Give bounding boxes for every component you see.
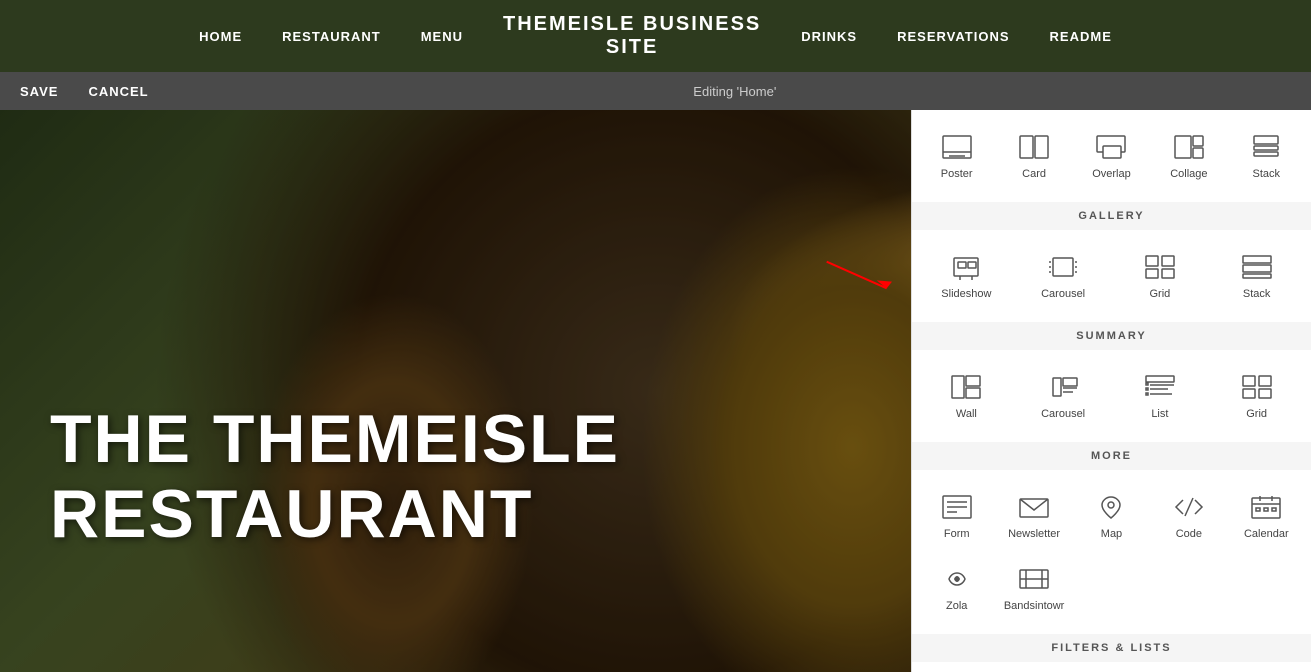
- bandsintown-icon: [1016, 564, 1052, 594]
- form-icon: [939, 492, 975, 522]
- newsletter-label: Newsletter: [1008, 528, 1060, 540]
- grid-summary-icon: [1239, 372, 1275, 402]
- cancel-button[interactable]: CANCEL: [88, 84, 148, 99]
- carousel-gallery-label: Carousel: [1041, 288, 1085, 300]
- list-icon: [1142, 372, 1178, 402]
- zola-option[interactable]: Zola: [920, 554, 993, 622]
- bandsintown-option[interactable]: Bandsintowr: [997, 554, 1070, 622]
- editing-status: Editing 'Home': [179, 84, 1291, 99]
- wall-icon: [948, 372, 984, 402]
- stack-display-label: Stack: [1253, 168, 1281, 180]
- carousel-gallery-icon: [1045, 252, 1081, 282]
- filters-section-label: FILTERS & LISTS: [912, 634, 1311, 662]
- stack-icon: [1248, 132, 1284, 162]
- list-option[interactable]: List: [1114, 362, 1207, 430]
- calendar-icon: [1248, 492, 1284, 522]
- grid-gallery-icon: [1142, 252, 1178, 282]
- stack-option[interactable]: Stack: [1230, 122, 1303, 190]
- nav-reservations[interactable]: RESERVATIONS: [897, 29, 1009, 44]
- list-label: List: [1151, 408, 1168, 420]
- map-label: Map: [1101, 528, 1122, 540]
- save-button[interactable]: SAVE: [20, 84, 58, 99]
- form-label: Form: [944, 528, 970, 540]
- poster-label: Poster: [941, 168, 973, 180]
- code-icon: [1171, 492, 1207, 522]
- stack-gallery-option[interactable]: Stack: [1210, 242, 1303, 310]
- nav-bar: HOME RESTAURANT MENU THEMEISLE BUSINESS …: [0, 0, 1311, 72]
- form-option[interactable]: Form: [920, 482, 993, 550]
- overlap-label: Overlap: [1092, 168, 1131, 180]
- slideshow-option[interactable]: Slideshow: [920, 242, 1013, 310]
- collage-label: Collage: [1170, 168, 1207, 180]
- more-section: Form Newsletter Map: [912, 470, 1311, 634]
- site-title: THEMEISLE BUSINESS SITE: [503, 13, 761, 59]
- hero-title: THE THEMEISLE RESTAURANT: [50, 402, 620, 552]
- zola-label: Zola: [946, 600, 967, 612]
- bandsintown-label: Bandsintowr: [1004, 600, 1065, 612]
- code-option[interactable]: Code: [1152, 482, 1225, 550]
- grid-summary-label: Grid: [1246, 408, 1267, 420]
- wall-option[interactable]: Wall: [920, 362, 1013, 430]
- carousel-summary-option[interactable]: Carousel: [1017, 362, 1110, 430]
- slideshow-label: Slideshow: [941, 288, 991, 300]
- nav-home[interactable]: HOME: [199, 29, 242, 44]
- summary-section: Wall Carousel: [912, 350, 1311, 442]
- code-label: Code: [1176, 528, 1202, 540]
- more-section-label: MORE: [912, 442, 1311, 470]
- block-picker-panel[interactable]: Poster Card Overlap: [911, 110, 1311, 672]
- carousel-gallery-option[interactable]: Carousel: [1017, 242, 1110, 310]
- display-section: Poster Card Overlap: [912, 110, 1311, 202]
- filters-section: Search Content: [912, 662, 1311, 672]
- stack-gallery-icon: [1239, 252, 1275, 282]
- nav-readme[interactable]: README: [1050, 29, 1112, 44]
- gallery-section-label: GALLERY: [912, 202, 1311, 230]
- calendar-label: Calendar: [1244, 528, 1289, 540]
- slideshow-icon: [948, 252, 984, 282]
- calendar-option[interactable]: Calendar: [1230, 482, 1303, 550]
- newsletter-icon: [1016, 492, 1052, 522]
- grid-gallery-option[interactable]: Grid: [1114, 242, 1207, 310]
- collage-icon: [1171, 132, 1207, 162]
- toolbar: SAVE CANCEL Editing 'Home': [0, 72, 1311, 110]
- card-option[interactable]: Card: [997, 122, 1070, 190]
- zola-icon: [939, 564, 975, 594]
- nav-drinks[interactable]: DRINKS: [801, 29, 857, 44]
- overlap-option[interactable]: Overlap: [1075, 122, 1148, 190]
- card-label: Card: [1022, 168, 1046, 180]
- nav-restaurant[interactable]: RESTAURANT: [282, 29, 381, 44]
- map-icon: [1093, 492, 1129, 522]
- grid-gallery-label: Grid: [1149, 288, 1170, 300]
- gallery-section: Slideshow Carousel: [912, 230, 1311, 322]
- carousel-summary-icon: [1045, 372, 1081, 402]
- map-option[interactable]: Map: [1075, 482, 1148, 550]
- poster-icon: [939, 132, 975, 162]
- collage-option[interactable]: Collage: [1152, 122, 1225, 190]
- newsletter-option[interactable]: Newsletter: [997, 482, 1070, 550]
- stack-gallery-label: Stack: [1243, 288, 1271, 300]
- wall-label: Wall: [956, 408, 977, 420]
- grid-summary-option[interactable]: Grid: [1210, 362, 1303, 430]
- summary-section-label: SUMMARY: [912, 322, 1311, 350]
- carousel-summary-label: Carousel: [1041, 408, 1085, 420]
- nav-menu[interactable]: MENU: [421, 29, 463, 44]
- card-icon: [1016, 132, 1052, 162]
- poster-option[interactable]: Poster: [920, 122, 993, 190]
- overlap-icon: [1093, 132, 1129, 162]
